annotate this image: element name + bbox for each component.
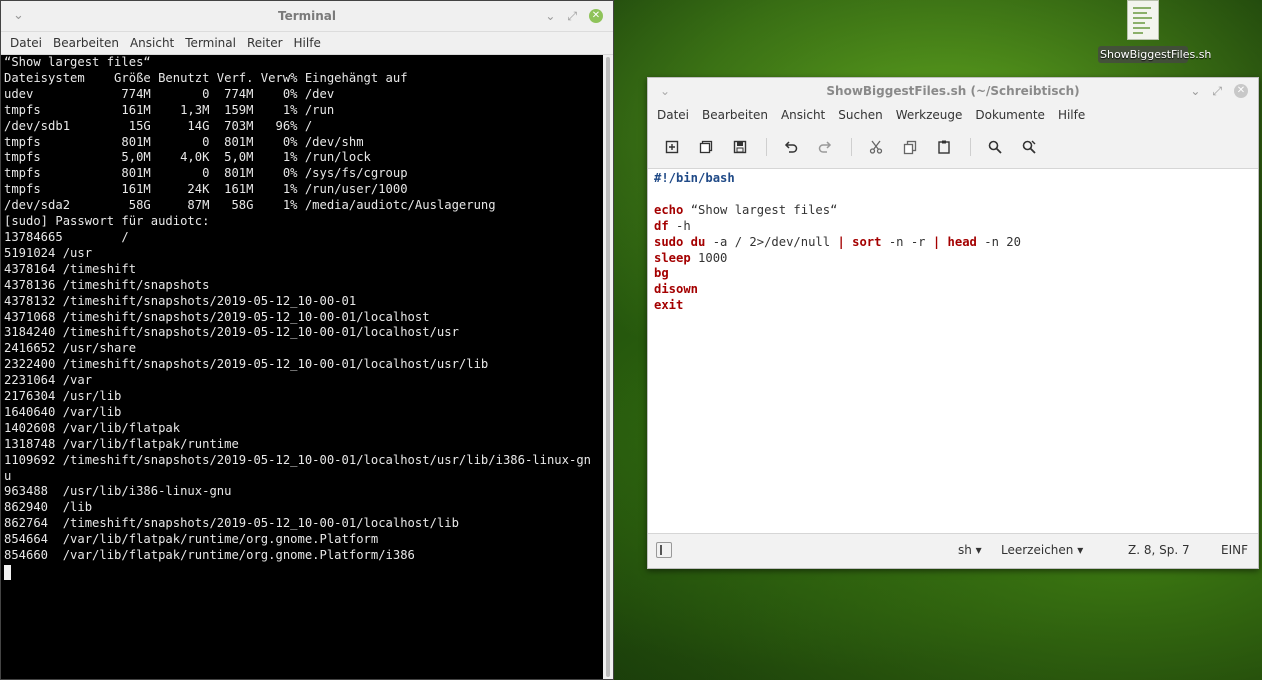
terminal-menubar: Datei Bearbeiten Ansicht Terminal Reiter… [1, 32, 613, 55]
code-keyword-sort: | sort [837, 234, 882, 249]
copy-button[interactable] [898, 135, 922, 159]
redo-icon [818, 141, 832, 153]
editor-title: ShowBiggestFiles.sh (~/Schreibtisch) [826, 84, 1080, 98]
code-keyword-sudo-du: sudo du [654, 234, 706, 249]
menu-datei[interactable]: Datei [654, 108, 699, 122]
desktop-file-icon[interactable]: ShowBiggestFiles.sh [1098, 0, 1212, 63]
menu-datei[interactable]: Datei [7, 36, 50, 50]
open-icon [699, 140, 713, 154]
new-document-icon [665, 140, 679, 154]
code-keyword-head: | head [932, 234, 977, 249]
toolbar-separator [766, 138, 767, 156]
cut-button[interactable] [864, 135, 888, 159]
side-panel-toggle-icon[interactable] [656, 542, 672, 558]
save-icon [733, 140, 747, 154]
open-button[interactable] [694, 135, 718, 159]
code-keyword-disown: disown [654, 282, 699, 297]
editor-statusbar: sh Leerzeichen Z. 8, Sp. 7 EINF [648, 533, 1258, 568]
undo-icon [784, 141, 798, 153]
code-head-args: -n 20 [976, 234, 1021, 249]
search-button[interactable] [983, 135, 1007, 159]
terminal-window: ⌄ Terminal ⌄ ⤢ ✕ Datei Bearbeiten Ansich… [0, 0, 614, 680]
close-icon[interactable]: ✕ [1234, 84, 1248, 98]
code-sleep-arg: 1000 [690, 250, 728, 265]
search-replace-icon [1022, 140, 1036, 154]
editor-menubar: Datei Bearbeiten Ansicht Suchen Werkzeug… [648, 104, 1258, 126]
menu-suchen[interactable]: Suchen [835, 108, 892, 122]
menu-terminal[interactable]: Terminal [182, 36, 244, 50]
terminal-scrollbar[interactable] [603, 55, 613, 679]
code-du-args: -a / 2>/dev/null [705, 234, 838, 249]
menu-reiter[interactable]: Reiter [244, 36, 291, 50]
close-icon[interactable]: ✕ [589, 9, 603, 23]
toolbar-separator [851, 138, 852, 156]
search-replace-button[interactable] [1017, 135, 1041, 159]
toolbar-separator [970, 138, 971, 156]
menu-hilfe[interactable]: Hilfe [1055, 108, 1095, 122]
terminal-output: “Show largest files“ Dateisystem Größe B… [4, 55, 591, 563]
code-keyword-echo: echo [654, 202, 684, 217]
window-menu-chevron-icon[interactable]: ⌄ [13, 1, 24, 31]
copy-icon [903, 140, 917, 155]
code-df-arg: -h [668, 218, 691, 233]
scrollbar-thumb[interactable] [606, 57, 610, 677]
undo-button[interactable] [779, 135, 803, 159]
paste-icon [938, 140, 950, 154]
menu-bearbeiten[interactable]: Bearbeiten [50, 36, 127, 50]
terminal-title: Terminal [277, 9, 337, 23]
code-keyword-bg: bg [654, 266, 669, 281]
window-menu-chevron-icon[interactable]: ⌄ [660, 78, 670, 104]
editor-toolbar [648, 126, 1258, 169]
editor-text-area[interactable]: #!/bin/bash echo “Show largest files“ df… [648, 169, 1258, 534]
minimize-icon[interactable]: ⌄ [545, 1, 555, 31]
menu-bearbeiten[interactable]: Bearbeiten [699, 108, 778, 122]
code-line-1: #!/bin/bash [654, 171, 735, 185]
desktop-file-label: ShowBiggestFiles.sh [1098, 46, 1212, 63]
terminal-output-area[interactable]: “Show largest files“ Dateisystem Größe B… [1, 55, 603, 679]
script-file-icon [1127, 0, 1159, 40]
code-echo-arg: “Show largest files“ [683, 202, 838, 217]
cut-icon [869, 140, 883, 154]
cursor-position: Z. 8, Sp. 7 [1128, 543, 1190, 557]
code-keyword-sleep: sleep [654, 250, 691, 265]
save-button[interactable] [728, 135, 752, 159]
search-icon [988, 140, 1002, 154]
minimize-icon[interactable]: ⌄ [1190, 78, 1200, 104]
code-sort-args: -n -r [881, 234, 933, 249]
menu-werkzeuge[interactable]: Werkzeuge [893, 108, 973, 122]
language-selector[interactable]: sh [958, 543, 982, 557]
terminal-titlebar[interactable]: ⌄ Terminal ⌄ ⤢ ✕ [1, 1, 613, 32]
indent-selector[interactable]: Leerzeichen [1001, 543, 1083, 557]
editor-titlebar[interactable]: ⌄ ShowBiggestFiles.sh (~/Schreibtisch) ⌄… [648, 78, 1258, 104]
editor-window: ⌄ ShowBiggestFiles.sh (~/Schreibtisch) ⌄… [647, 77, 1259, 569]
terminal-cursor [4, 564, 11, 580]
code-keyword-df: df [654, 218, 669, 233]
menu-ansicht[interactable]: Ansicht [127, 36, 182, 50]
maximize-icon[interactable]: ⤢ [567, 1, 577, 31]
redo-button[interactable] [813, 135, 837, 159]
new-document-button[interactable] [660, 135, 684, 159]
menu-dokumente[interactable]: Dokumente [972, 108, 1055, 122]
menu-hilfe[interactable]: Hilfe [291, 36, 329, 50]
code-keyword-exit: exit [654, 298, 684, 313]
paste-button[interactable] [932, 135, 956, 159]
insert-mode: EINF [1221, 543, 1248, 557]
maximize-icon[interactable]: ⤢ [1212, 78, 1222, 104]
menu-ansicht[interactable]: Ansicht [778, 108, 835, 122]
